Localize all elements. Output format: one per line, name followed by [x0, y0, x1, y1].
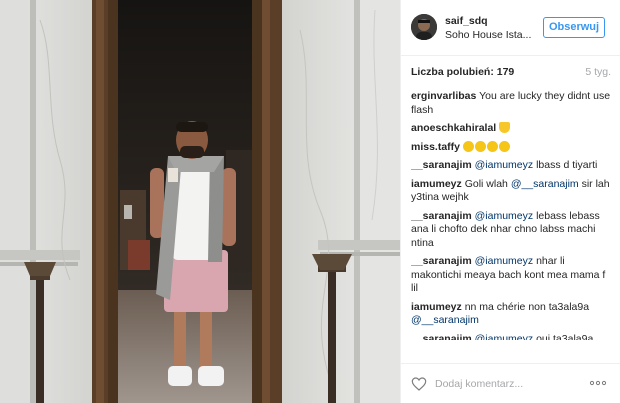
comment-author[interactable]: iamumeyz	[411, 178, 462, 190]
comment-author[interactable]: __saranajim	[411, 333, 472, 341]
heart-outline-icon[interactable]	[411, 376, 427, 392]
clapping-hands-emoji-icon	[474, 140, 486, 152]
comment-author[interactable]: anoeschkahiralal	[411, 122, 496, 134]
comment-author[interactable]: __saranajim	[411, 255, 472, 267]
yellow-heart-emoji-icon	[499, 122, 511, 133]
comment-author[interactable]: iamumeyz	[411, 301, 462, 313]
likes-count[interactable]: Liczba polubień: 179	[411, 66, 514, 78]
avatar-image	[411, 14, 437, 40]
comment-mention[interactable]: @iamumeyz	[475, 210, 534, 222]
follow-button[interactable]: Obserwuj	[543, 17, 605, 38]
post-header: saif_sdq Soho House Ista... Obserwuj	[401, 0, 620, 56]
comment-item: anoeschkahiralal	[411, 122, 613, 136]
post-username[interactable]: saif_sdq	[445, 15, 488, 27]
post-location[interactable]: Soho House Ista...	[445, 29, 537, 41]
comment-mention[interactable]: @__saranajim	[411, 314, 479, 326]
post-side-panel: saif_sdq Soho House Ista... Obserwuj Lic…	[400, 0, 620, 403]
comment-mention[interactable]: @iamumeyz	[475, 255, 534, 267]
avatar[interactable]	[411, 14, 437, 40]
comment-mention[interactable]: @__saranajim	[511, 178, 579, 190]
comment-author[interactable]: __saranajim	[411, 210, 472, 222]
post-photo[interactable]	[0, 0, 400, 403]
comment-text: lbass d tiyarti	[533, 159, 598, 171]
post-footer	[401, 363, 620, 403]
clapping-hands-emoji-icon	[486, 140, 498, 152]
comment-item: __saranajim @iamumeyz lbass d tiyarti	[411, 159, 613, 173]
post-time[interactable]: 5 tyg.	[585, 66, 611, 78]
comment-list: erginvarlibas You are lucky they didnt u…	[411, 90, 613, 340]
comment-item: miss.taffy	[411, 140, 613, 155]
post-meta: Liczba polubień: 179 5 tyg.	[411, 66, 611, 80]
comment-author[interactable]: miss.taffy	[411, 141, 460, 153]
comment-item: __saranajim @iamumeyz nhar li makontichi…	[411, 255, 613, 296]
post-photo-illustration	[0, 0, 400, 403]
comment-author[interactable]: erginvarlibas	[411, 90, 476, 102]
comment-author[interactable]: __saranajim	[411, 159, 472, 171]
comment-text: nn ma chérie non ta3ala9a	[464, 300, 590, 313]
clapping-hands-emoji-icon	[498, 140, 510, 152]
comment-item: erginvarlibas You are lucky they didnt u…	[411, 90, 613, 117]
comment-input[interactable]	[435, 374, 575, 394]
comment-mention[interactable]: @iamumeyz	[475, 159, 534, 171]
comment-mention[interactable]: @iamumeyz	[475, 333, 534, 341]
clapping-hands-emoji-icon	[462, 140, 474, 152]
comment-item: __saranajim @iamumeyz oui ta3ala9a tiyar…	[411, 333, 613, 341]
comment-item: __saranajim @iamumeyz lebass lebass ana …	[411, 210, 613, 251]
more-dots-icon[interactable]	[589, 378, 607, 388]
comment-item: iamumeyz nn ma chérie non ta3ala9a @__sa…	[411, 301, 613, 328]
comment-text: Goli wlah	[464, 177, 511, 190]
comment-item: iamumeyz Goli wlah @__saranajim sir lah …	[411, 178, 613, 205]
